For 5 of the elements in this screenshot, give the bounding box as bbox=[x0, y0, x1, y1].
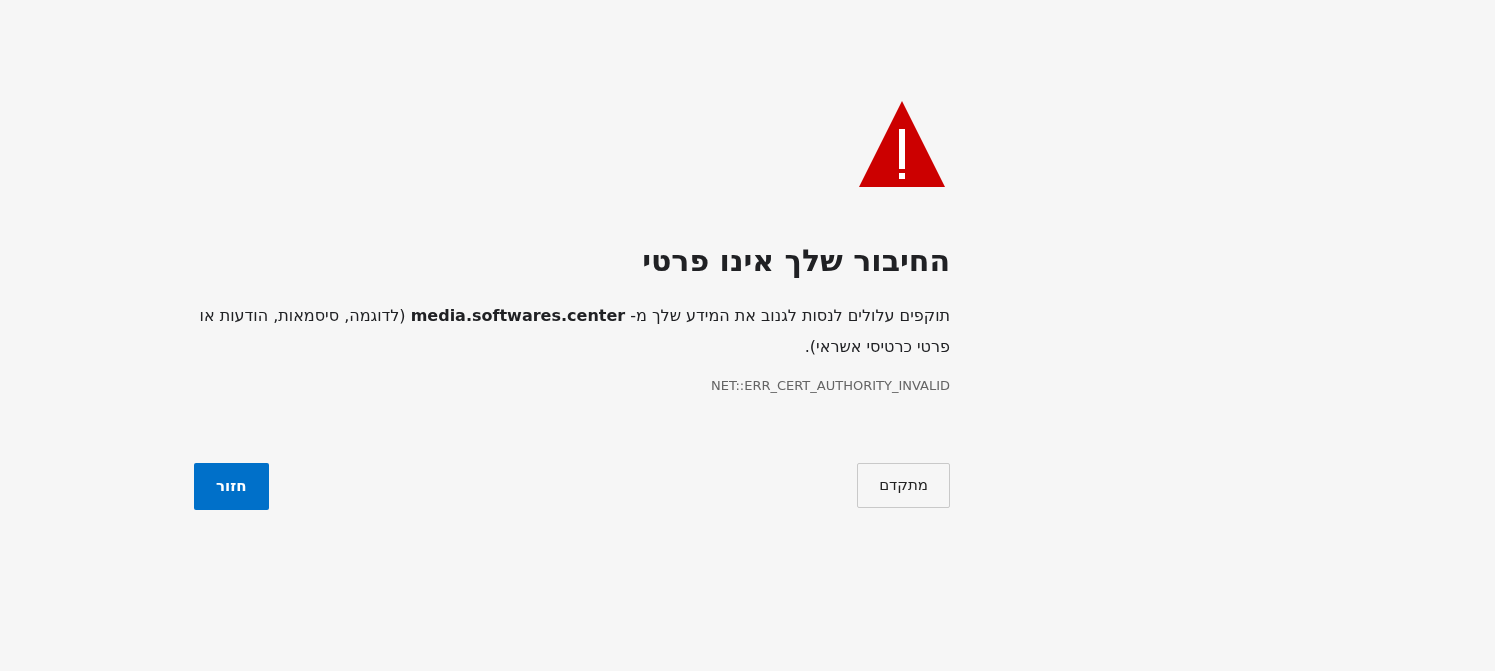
page-heading: החיבור שלך אינו פרטי bbox=[642, 242, 950, 280]
advanced-button[interactable]: מתקדם bbox=[857, 463, 950, 508]
warning-icon bbox=[859, 101, 945, 187]
error-code: NET::ERR_CERT_AUTHORITY_INVALID bbox=[711, 376, 950, 395]
back-button[interactable]: חזור bbox=[194, 463, 269, 510]
